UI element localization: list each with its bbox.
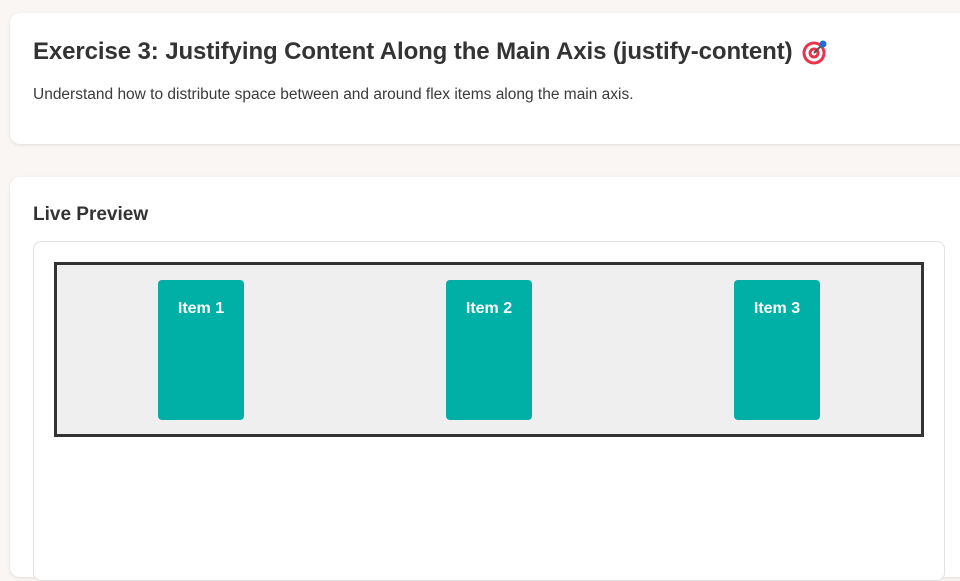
- flex-container: Item 1 Item 2 Item 3: [54, 262, 924, 437]
- preview-frame: Item 1 Item 2 Item 3: [33, 241, 945, 581]
- target-icon: [801, 38, 829, 66]
- live-preview-card: Live Preview Item 1 Item 2 Item 3: [10, 177, 960, 581]
- flex-item-3: Item 3: [734, 280, 820, 420]
- exercise-header-card: Exercise 3: Justifying Content Along the…: [10, 13, 960, 144]
- page-title-text: Exercise 3: Justifying Content Along the…: [33, 38, 793, 65]
- page-title: Exercise 3: Justifying Content Along the…: [33, 38, 829, 66]
- flex-item-1: Item 1: [158, 280, 244, 420]
- page-subtitle: Understand how to distribute space betwe…: [33, 86, 634, 103]
- live-preview-heading: Live Preview: [33, 204, 149, 225]
- flex-item-2: Item 2: [446, 280, 532, 420]
